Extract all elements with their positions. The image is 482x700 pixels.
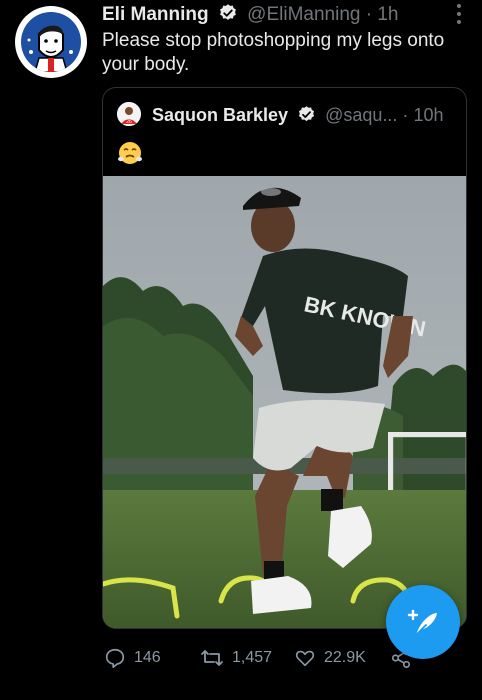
- like-action[interactable]: 22.9K: [294, 645, 366, 671]
- retweet-action[interactable]: 1,457: [200, 645, 272, 671]
- quote-photo[interactable]: BK KNOWN: [103, 176, 466, 628]
- heart-icon: [295, 650, 315, 667]
- face-with-steam-emoji-icon: [117, 140, 143, 166]
- compose-feather-icon: [407, 609, 437, 636]
- svg-text:26: 26: [126, 119, 132, 125]
- author-name[interactable]: Eli Manning: [102, 4, 209, 25]
- tweet-text: Please stop photoshopping my legs onto y…: [102, 30, 445, 75]
- reply-count: 146: [134, 649, 161, 666]
- retweet-icon: [201, 650, 223, 666]
- header-separator: ·: [365, 4, 373, 25]
- tweet-header: Eli Manning @EliManning · 1h: [102, 3, 462, 30]
- retweet-count: 1,457: [232, 649, 273, 666]
- reply-icon: [105, 648, 125, 668]
- author-handle[interactable]: @EliManning: [247, 4, 360, 25]
- author-avatar[interactable]: [15, 6, 87, 78]
- tweet-actions: 146 1,457 22.9K: [104, 645, 434, 671]
- quote-time: 10h: [413, 105, 444, 125]
- quote-author-avatar: 26: [117, 102, 141, 126]
- compose-tweet-button[interactable]: [386, 585, 460, 659]
- reply-action[interactable]: 146: [104, 645, 161, 671]
- quote-verified-badge-icon: [297, 105, 316, 131]
- quote-author-handle: @saqu...: [325, 105, 398, 125]
- quoted-tweet[interactable]: 26 Saquon Barkley @saqu... · 10h BK KNOW…: [102, 87, 467, 629]
- quote-separator: ·: [402, 105, 409, 125]
- quote-author-name: Saquon Barkley: [152, 105, 289, 125]
- quote-header: 26 Saquon Barkley @saqu... · 10h: [117, 102, 456, 128]
- like-count: 22.9K: [324, 649, 366, 666]
- verified-badge-icon: [218, 3, 238, 30]
- more-options-icon[interactable]: [456, 4, 462, 24]
- tweet-time[interactable]: 1h: [377, 4, 398, 25]
